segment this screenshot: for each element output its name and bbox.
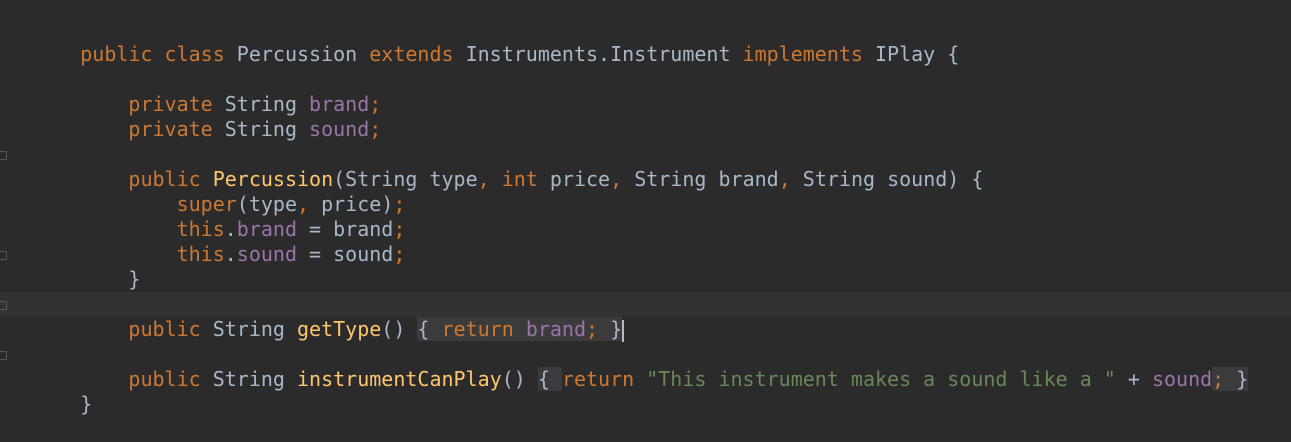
class-name: Percussion [236, 42, 370, 66]
keyword: private [80, 117, 225, 141]
folded-brace[interactable]: } [610, 317, 623, 341]
keyword: public class [80, 42, 237, 66]
fold-icon[interactable] [0, 301, 7, 310]
code-editor[interactable]: public class Percussion extends Instrume… [0, 0, 1291, 428]
code-line-4[interactable]: private String sound; [0, 92, 1291, 141]
interface-name: IPlay { [874, 42, 960, 66]
fold-end-icon[interactable] [0, 251, 7, 260]
closing-brace: } [80, 392, 93, 416]
text-caret [622, 319, 625, 342]
code-line-1[interactable]: public class Percussion extends Instrume… [0, 17, 1291, 66]
type-name: String [224, 117, 310, 141]
code-line-12[interactable]: public String getType() { return brand; … [0, 292, 1291, 342]
keyword: return [441, 317, 526, 341]
code-line-14[interactable]: public String instrumentCanPlay() { retu… [0, 342, 1291, 391]
semicolon: ; [586, 317, 611, 341]
code-line-8[interactable]: this.brand = brand; [0, 192, 1291, 241]
code-line-6[interactable]: public Percussion(String type, int price… [0, 142, 1291, 191]
field-name: sound [309, 117, 370, 141]
keyword: extends [369, 42, 466, 66]
keyword: implements [742, 42, 875, 66]
folded-brace[interactable]: { [417, 317, 442, 341]
semicolon: ; [369, 117, 382, 141]
type-name: String [212, 317, 297, 341]
field-name: brand [525, 317, 587, 341]
code-line-10[interactable]: } [0, 242, 1291, 291]
fold-icon[interactable] [0, 151, 7, 160]
method-name: getType [297, 317, 382, 341]
parens: () [381, 317, 418, 341]
code-line-15[interactable]: } [0, 367, 1291, 416]
superclass-name: Instruments.Instrument [465, 42, 743, 66]
code-line-9[interactable]: this.sound = sound; [0, 217, 1291, 266]
keyword: public [80, 317, 213, 341]
code-line-3[interactable]: private String brand; [0, 67, 1291, 116]
closing-brace: } [80, 267, 141, 291]
fold-icon[interactable] [0, 351, 7, 360]
code-line-7[interactable]: super(type, price); [0, 167, 1291, 216]
